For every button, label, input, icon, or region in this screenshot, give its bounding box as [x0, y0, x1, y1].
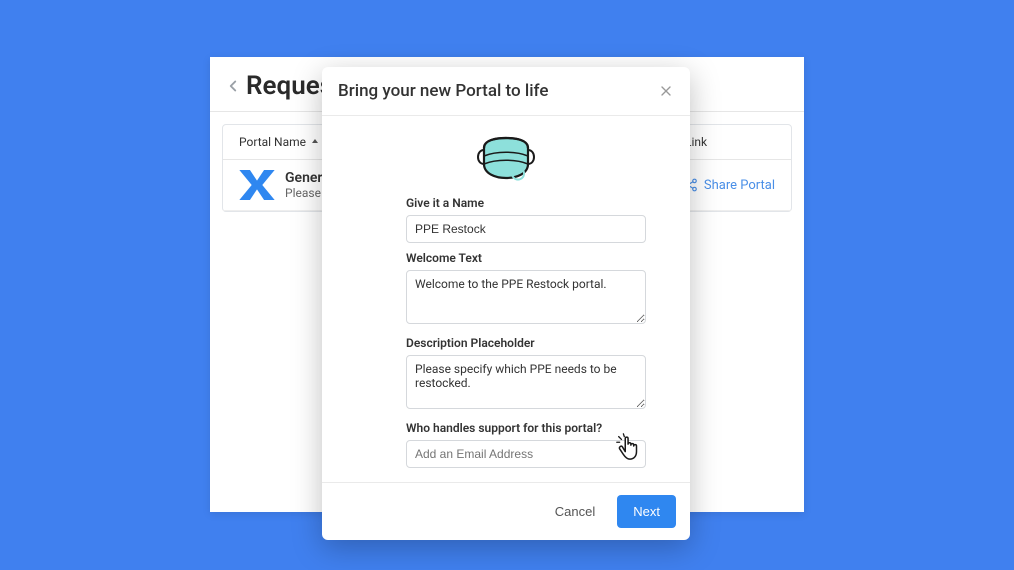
sort-asc-icon	[310, 137, 320, 147]
support-email-input[interactable]	[406, 440, 646, 468]
new-portal-modal: Bring your new Portal to life Give it a …	[322, 67, 690, 540]
mask-icon	[474, 134, 538, 184]
portal-icon-preview	[342, 134, 670, 184]
modal-footer: Cancel Next	[322, 482, 690, 540]
chevron-left-icon[interactable]	[224, 77, 242, 95]
col-name-label[interactable]: Portal Name	[239, 135, 306, 149]
share-label: Share Portal	[704, 178, 775, 193]
welcome-text-input[interactable]	[406, 270, 646, 324]
description-input[interactable]	[406, 355, 646, 409]
share-portal-link[interactable]: Share Portal	[684, 178, 775, 193]
description-label: Description Placeholder	[406, 336, 670, 350]
modal-title: Bring your new Portal to life	[338, 81, 548, 101]
modal-body: Give it a Name Welcome Text Description …	[322, 116, 690, 476]
next-button[interactable]: Next	[617, 495, 676, 528]
modal-header: Bring your new Portal to life	[322, 67, 690, 116]
support-label: Who handles support for this portal?	[406, 421, 670, 435]
cancel-button[interactable]: Cancel	[543, 496, 607, 527]
close-icon[interactable]	[658, 83, 674, 99]
name-label: Give it a Name	[406, 196, 670, 210]
portal-logo	[239, 170, 275, 200]
portal-name-input[interactable]	[406, 215, 646, 243]
col-link-label: Link	[685, 135, 775, 149]
welcome-label: Welcome Text	[406, 251, 670, 265]
